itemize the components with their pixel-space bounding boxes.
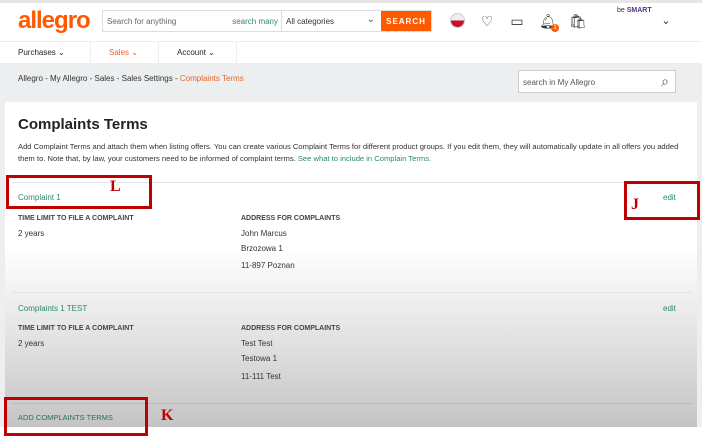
term-name-link[interactable]: Complaints 1 TEST bbox=[18, 304, 87, 313]
address-line: 11-897 Poznan bbox=[241, 261, 295, 270]
nav-purchases[interactable]: Purchases ⌄ bbox=[0, 42, 91, 64]
address-line: Testowa 1 bbox=[241, 354, 278, 363]
search-input[interactable]: Search for anything search many bbox=[103, 11, 281, 31]
search-button[interactable]: SEARCH bbox=[381, 11, 431, 31]
search-bar: Search for anything search many All categ… bbox=[102, 10, 432, 32]
nav-sales[interactable]: Sales ⌄ bbox=[91, 42, 159, 64]
category-select[interactable]: All categories ⌄ bbox=[281, 11, 381, 31]
nav-label: Account bbox=[177, 48, 206, 57]
breadcrumb: Allegro - My Allegro - Sales - Sales Set… bbox=[18, 74, 244, 83]
edit-link[interactable]: edit bbox=[663, 304, 676, 313]
address-line: Brzozowa 1 bbox=[241, 244, 283, 253]
smart-prefix: be bbox=[617, 7, 625, 14]
help-link[interactable]: See what to include in Complain Terms. bbox=[298, 154, 431, 163]
my-search-placeholder: search in My Allegro bbox=[523, 78, 596, 87]
breadcrumb-item[interactable]: Allegro bbox=[18, 74, 43, 83]
language-flag-icon[interactable] bbox=[450, 13, 465, 28]
breadcrumb-item[interactable]: Sales Settings bbox=[122, 74, 173, 83]
address-line: Test Test bbox=[241, 339, 273, 348]
account-chevron-icon[interactable]: ⌄ bbox=[657, 12, 675, 30]
nav-label: Sales bbox=[109, 48, 130, 57]
notification-badge: 1 bbox=[551, 24, 559, 32]
search-icon[interactable]: ⌕ bbox=[661, 73, 669, 90]
smart-label: SMART bbox=[626, 7, 652, 14]
nav-label: Purchases bbox=[18, 48, 56, 57]
nav-account[interactable]: Account ⌄ bbox=[159, 42, 237, 64]
my-allegro-search-input[interactable]: search in My Allegro ⌕ bbox=[518, 70, 676, 93]
search-many-link[interactable]: search many bbox=[232, 17, 278, 26]
time-limit-label: TIME LIMIT TO FILE A COMPLAINT bbox=[18, 325, 134, 332]
chevron-down-icon: ⌄ bbox=[366, 14, 375, 25]
annotation-box-l bbox=[6, 175, 152, 209]
divider bbox=[12, 292, 692, 293]
cart-icon[interactable]: 🛍︎ bbox=[569, 12, 587, 30]
category-value: All categories bbox=[286, 17, 335, 26]
breadcrumb-item[interactable]: Sales bbox=[94, 74, 114, 83]
allegro-logo[interactable]: allegro bbox=[18, 7, 91, 35]
address-line: 11-111 Test bbox=[241, 372, 281, 381]
time-limit-value: 2 years bbox=[18, 229, 45, 238]
be-smart-badge: be SMART bbox=[617, 7, 652, 14]
breadcrumb-item[interactable]: My Allegro bbox=[50, 74, 87, 83]
annotation-label-l: L bbox=[110, 178, 121, 195]
page-title: Complaints Terms bbox=[18, 116, 148, 133]
address-line: John Marcus bbox=[241, 229, 287, 238]
search-placeholder: Search for anything bbox=[107, 17, 177, 26]
time-limit-label: TIME LIMIT TO FILE A COMPLAINT bbox=[18, 215, 134, 222]
address-label: ADDRESS FOR COMPLAINTS bbox=[241, 325, 341, 332]
annotation-box-k bbox=[4, 397, 148, 436]
annotation-label-k: K bbox=[161, 407, 174, 424]
page-description: Add Complaint Terms and attach them when… bbox=[18, 141, 688, 165]
messages-icon[interactable]: ▭ bbox=[508, 12, 526, 30]
main-nav: Purchases ⌄ Sales ⌄ Account ⌄ bbox=[0, 41, 702, 64]
heart-icon[interactable]: ♡ bbox=[478, 12, 496, 30]
annotation-label-j: J bbox=[631, 196, 639, 213]
address-label: ADDRESS FOR COMPLAINTS bbox=[241, 215, 341, 222]
breadcrumb-current: Complaints Terms bbox=[179, 74, 244, 83]
time-limit-value: 2 years bbox=[18, 339, 45, 348]
